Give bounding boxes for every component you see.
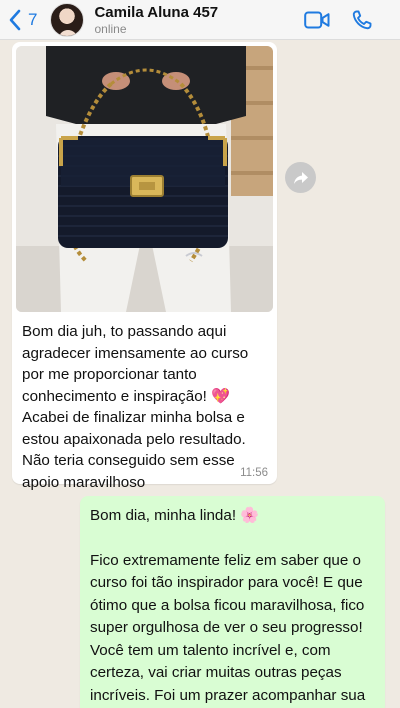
greeting-text: Bom dia, minha linda! [90,507,241,524]
incoming-message[interactable]: Bom dia juh, to passando aqui agradecer … [12,42,277,491]
contact-info[interactable]: Camila Aluna 457 online [94,4,218,36]
outgoing-message-text: Fico extremamente feliz em saber que o c… [90,551,366,704]
phone-icon[interactable] [352,10,372,30]
message-time: 11:56 [240,467,268,479]
outgoing-message[interactable]: Bom dia, minha linda! 🌸 Fico extremament… [80,496,385,708]
incoming-message-text: Bom dia juh, to passando aqui agradecer … [16,312,273,493]
chevron-left-icon [9,9,21,30]
chat-header: 7 Camila Aluna 457 online [0,0,400,40]
heart-emoji: 💖 [211,387,231,405]
forward-button[interactable] [285,162,316,193]
black-crochet-handbag-photo[interactable] [16,46,273,312]
outgoing-greeting: Bom dia, minha linda! 🌸 [90,505,375,528]
forward-icon [293,171,308,184]
video-call-icon[interactable] [304,11,330,29]
back-button[interactable]: 7 [8,9,37,31]
chat-area[interactable]: Bom dia juh, to passando aqui agradecer … [0,40,400,708]
header-actions [304,10,372,30]
flower-emoji: 🌸 [240,507,260,524]
contact-name: Camila Aluna 457 [94,3,219,21]
avatar[interactable] [50,2,85,37]
unread-count: 7 [28,9,38,29]
contact-status: online [94,21,127,36]
